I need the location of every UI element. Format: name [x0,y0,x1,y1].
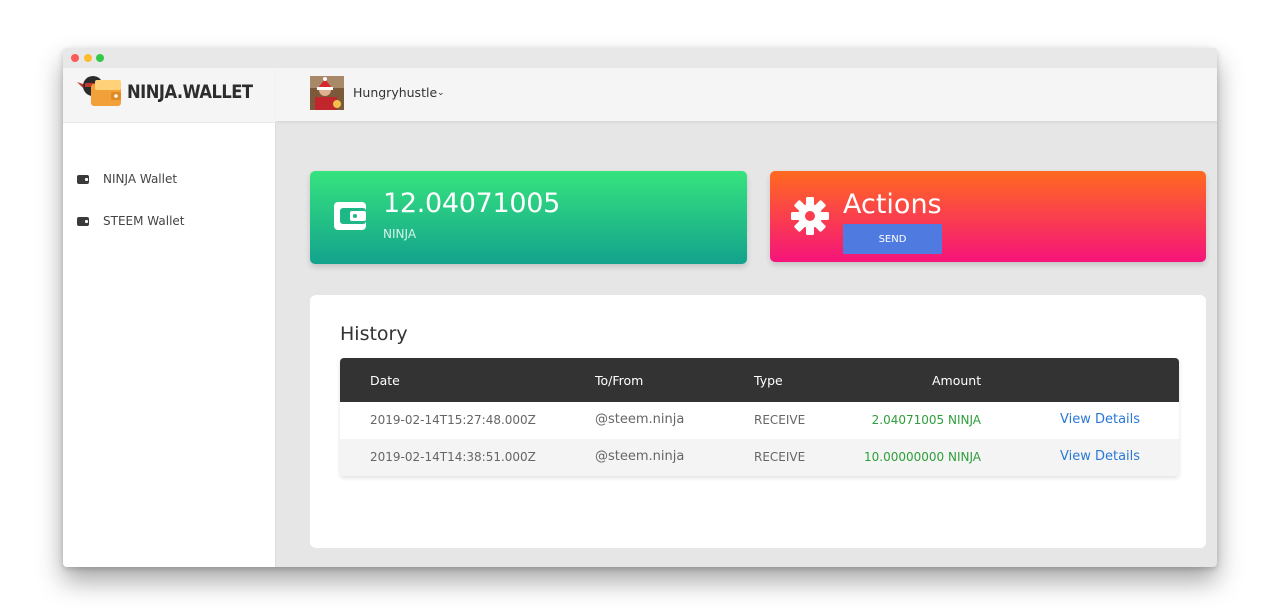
avatar[interactable] [310,76,344,110]
row-date: 2019-02-14T14:38:51.000Z [370,450,536,464]
brand-logo[interactable]: NINJA.WALLET [63,68,276,123]
sidebar-item-label: NINJA Wallet [103,172,178,186]
sidebar-item-ninja-wallet[interactable]: NINJA Wallet [63,158,276,200]
actions-title: Actions [843,189,942,220]
balance-card: 12.04071005 NINJA [310,171,747,264]
brand-name: NINJA.WALLET [127,81,253,103]
history-card: History Date To/From Type Amount 2019-02… [310,295,1206,548]
view-details-link[interactable]: View Details [1060,412,1140,427]
column-header-amount: Amount [932,373,982,388]
row-type: RECEIVE [754,450,806,464]
column-header-type: Type [754,373,783,388]
user-name[interactable]: Hungryhustle [353,85,437,100]
title-bar [63,48,1217,68]
sidebar-item-steem-wallet[interactable]: STEEM Wallet [63,200,276,242]
close-window-button[interactable] [71,54,79,62]
sidebar-item-label: STEEM Wallet [103,214,185,228]
row-amount: 10.00000000 NINJA [863,450,981,464]
maximize-window-button[interactable] [96,54,104,62]
minimize-window-button[interactable] [84,54,92,62]
row-tofrom: @steem.ninja [595,449,685,464]
actions-card: Actions SEND [770,171,1206,262]
sidebar: NINJA.WALLET NINJA Wallet STEEM Wallet [63,68,276,567]
row-date: 2019-02-14T15:27:48.000Z [370,413,536,427]
history-title: History [340,323,408,345]
column-header-date: Date [370,373,400,388]
row-tofrom: @steem.ninja [595,412,685,427]
avatar-image [310,76,344,110]
table-row: 2019-02-14T14:38:51.000Z @steem.ninja RE… [340,439,1179,476]
app-window: NINJA.WALLET NINJA Wallet STEEM Wallet H… [63,48,1217,567]
row-amount: 2.04071005 NINJA [871,413,981,427]
view-details-link[interactable]: View Details [1060,449,1140,464]
sidebar-nav: NINJA Wallet STEEM Wallet [63,158,276,242]
wallet-icon [77,216,89,226]
history-table: Date To/From Type Amount 2019-02-14T15:2… [340,358,1179,476]
row-type: RECEIVE [754,413,806,427]
wallet-icon [77,174,89,184]
balance-unit: NINJA [383,227,417,241]
wallet-icon [334,202,366,230]
gear-icon [791,197,829,235]
chevron-down-icon[interactable]: ⌄ [437,88,445,98]
send-button[interactable]: SEND [843,224,942,254]
ninja-logo-icon [77,76,121,106]
column-header-tofrom: To/From [595,373,644,388]
top-bar: Hungryhustle ⌄ [276,68,1217,122]
balance-value: 12.04071005 [383,188,561,219]
table-row: 2019-02-14T15:27:48.000Z @steem.ninja RE… [340,402,1179,439]
table-header: Date To/From Type Amount [340,358,1179,402]
